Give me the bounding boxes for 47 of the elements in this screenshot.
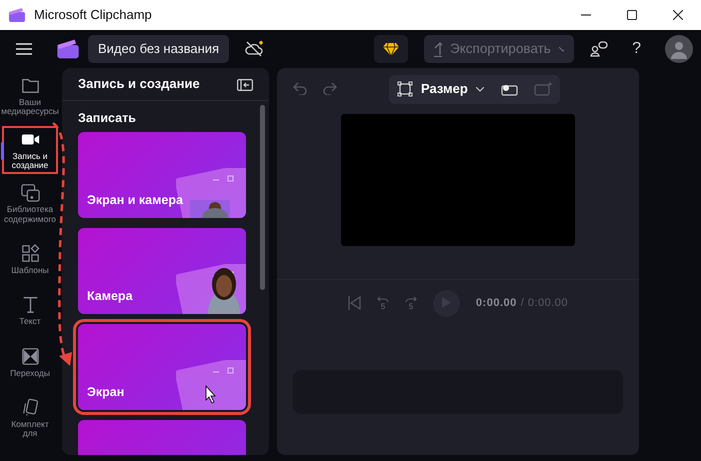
- help-button[interactable]: ?: [632, 37, 641, 61]
- project-title-button[interactable]: Видео без названия: [88, 35, 230, 63]
- upload-icon: [434, 41, 442, 57]
- redo-icon: [323, 82, 337, 96]
- close-icon: [673, 10, 683, 20]
- folder-icon: [20, 76, 40, 95]
- people-icon: [590, 40, 608, 57]
- transitions-icon: [20, 346, 40, 366]
- chevron-down-icon: [476, 86, 484, 92]
- scrollbar[interactable]: [260, 105, 265, 290]
- cloud-off-icon: [245, 40, 266, 58]
- panel-title: Запись и создание: [78, 75, 200, 94]
- kit-icon: [20, 398, 40, 418]
- maximize-icon: [627, 10, 637, 20]
- size-dropdown[interactable]: Размер: [397, 79, 484, 99]
- sidebar-item[interactable]: Переходы: [2, 342, 58, 382]
- avatar-icon: [665, 35, 693, 63]
- record-option-card[interactable]: Экран и камера: [78, 132, 246, 218]
- record-option-card[interactable]: Экран: [78, 324, 246, 410]
- sidebar-item[interactable]: Библиотека содержимого: [2, 179, 58, 228]
- premium-button[interactable]: [374, 35, 408, 63]
- window-title: Microsoft Clipchamp: [34, 6, 152, 24]
- current-time: 0:00.00: [476, 296, 517, 311]
- sidebar-item[interactable]: Комплект для: [2, 394, 58, 443]
- app-logo-icon: [56, 38, 80, 60]
- sidebar-item[interactable]: Запись и создание: [2, 126, 58, 174]
- rewind-icon: [376, 296, 389, 302]
- account-button[interactable]: [665, 35, 693, 63]
- section-heading: Записать: [78, 110, 137, 128]
- record-option-card[interactable]: Камера: [78, 228, 246, 314]
- templates-icon: [20, 244, 40, 264]
- collapse-panel-icon: [237, 78, 253, 91]
- undo-icon: [293, 82, 307, 96]
- forward-icon: [404, 296, 417, 302]
- menu-icon: [16, 42, 32, 55]
- text-icon: [20, 295, 40, 314]
- sidebar-item[interactable]: Текст: [2, 291, 58, 331]
- skip-back-icon: [348, 296, 361, 310]
- diamond-icon: [383, 42, 400, 56]
- library-icon: [20, 183, 40, 202]
- resize-icon: [397, 81, 413, 97]
- sidebar-item[interactable]: Ваши медиаресурсы: [2, 72, 58, 121]
- sidebar-item[interactable]: Шаблоны: [2, 240, 58, 280]
- chevron-down-icon: [558, 46, 564, 52]
- total-time: / 0:00.00: [520, 296, 568, 311]
- app-logo-icon: [8, 7, 26, 23]
- captions-icon: [534, 82, 552, 96]
